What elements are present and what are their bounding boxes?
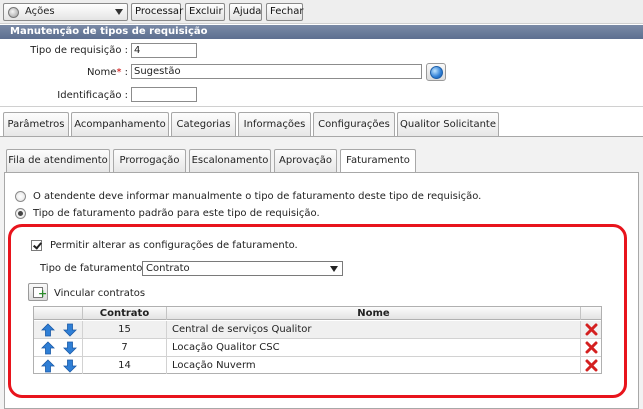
radio-default[interactable] [15,208,26,219]
identificacao-input[interactable] [131,87,197,102]
nome-label-colon: : [124,67,128,78]
nome-cell: Central de serviços Qualitor [167,321,581,338]
delete-icon[interactable] [585,323,598,336]
table-row[interactable]: 7 Locação Qualitor CSC [34,339,601,357]
tab-informacoes[interactable]: Informações [238,112,311,137]
link-contracts-button[interactable]: + [28,283,48,301]
chevron-down-icon [330,266,338,272]
allow-change-label: Permitir alterar as configurações de fat… [50,240,298,251]
identificacao-label: Identificação : [57,90,128,101]
tab-acompanhamento[interactable]: Acompanhamento [71,112,169,137]
page-title: Manutenção de tipos de requisição [0,25,643,39]
header-contrato[interactable]: Contrato [83,307,167,320]
tab-categorias[interactable]: Categorias [171,112,236,137]
nome-label-text: Nome [86,67,117,78]
order-cell [34,339,83,356]
contrato-cell: 15 [83,321,167,338]
nome-cell: Locação Qualitor CSC [167,339,581,356]
order-cell [34,357,83,374]
tab-aprovacao[interactable]: Aprovação [274,149,337,172]
radio-default-label: Tipo de faturamento padrão para este tip… [33,208,320,219]
tipo-requisicao-label: Tipo de requisição : [30,45,128,56]
radio-manual-label: O atendente deve informar manualmente o … [33,191,482,202]
table-row[interactable]: 14 Locação Nuverm [34,357,601,375]
table-row[interactable]: 15 Central de serviços Qualitor [34,321,601,339]
nome-label: Nome* : [20,67,128,78]
fechar-button[interactable]: Fechar [266,3,303,21]
header-action [581,307,601,320]
delete-icon[interactable] [585,359,598,372]
contrato-cell: 14 [83,357,167,374]
contrato-cell: 7 [83,339,167,356]
tipo-requisicao-input[interactable]: 4 [131,43,197,58]
radio-manual[interactable] [15,191,26,202]
main-tabs: Parâmetros Acompanhamento Categorias Inf… [0,112,643,138]
tab-prorrogacao[interactable]: Prorrogação [113,149,186,172]
tab-fila-atendimento[interactable]: Fila de atendimento [6,149,110,172]
tipo-faturamento-value: Contrato [146,263,190,274]
tab-configuracoes[interactable]: Configurações [313,112,395,138]
required-star: * [116,67,122,78]
divider [0,106,643,107]
tab-parametros[interactable]: Parâmetros [3,112,69,137]
translate-button[interactable] [426,63,446,81]
table-header: Contrato Nome [34,307,601,320]
tab-faturamento[interactable]: Faturamento [340,149,416,173]
globe-icon [430,66,443,79]
nome-cell: Locação Nuverm [167,357,581,374]
tab-qualitor-solicitante[interactable]: Qualitor Solicitante [397,112,499,137]
actions-dropdown[interactable]: Ações [3,3,128,21]
plus-icon: + [38,287,48,300]
tab-escalonamento[interactable]: Escalonamento [189,149,271,172]
tipo-faturamento-label: Tipo de faturamento : [40,263,149,274]
order-cell [34,321,83,338]
allow-change-checkbox[interactable] [31,240,42,251]
actions-label: Ações [25,6,55,17]
ajuda-button[interactable]: Ajuda [229,3,262,21]
toolbar: Ações Processar Excluir Ajuda Fechar [0,0,643,24]
nome-input[interactable]: Sugestão [131,64,422,79]
processar-button[interactable]: Processar [131,3,183,21]
excluir-button[interactable]: Excluir [185,3,225,21]
actions-icon [8,7,19,18]
tipo-faturamento-select[interactable]: Contrato [142,261,343,276]
header-nome[interactable]: Nome [167,307,581,320]
header-order [34,307,83,320]
chevron-down-icon [115,9,123,15]
link-contracts-label: Vincular contratos [54,288,146,299]
delete-icon[interactable] [585,341,598,354]
contracts-table: Contrato Nome 15 Central de serviços Qua… [33,306,602,374]
